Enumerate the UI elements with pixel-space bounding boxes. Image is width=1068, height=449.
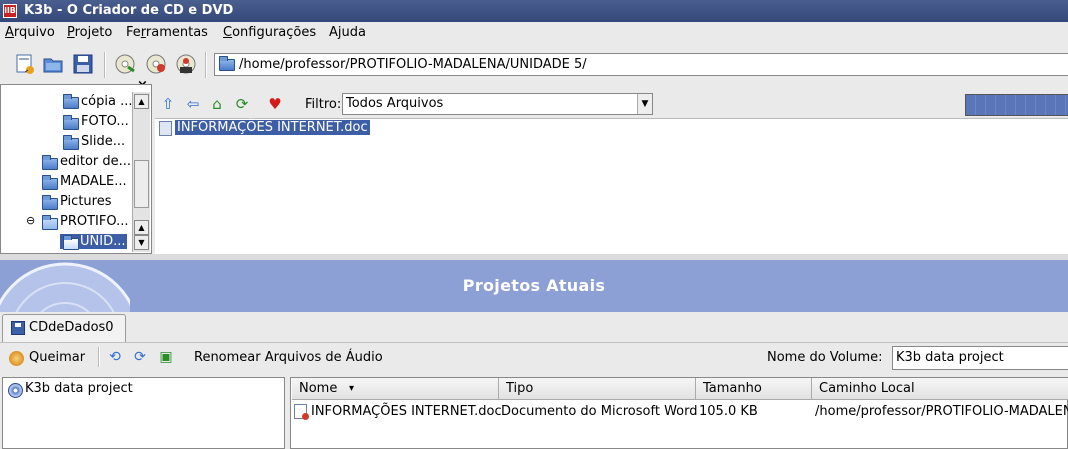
tree-vertical-scrollbar[interactable]: ▲ ▲ ▼ [132,92,150,252]
location-path-text: /home/professor/PROTIFOLIO-MADALENA/UNID… [239,57,587,72]
file-item-name: INFORMAÇÕES INTERNET.doc [175,120,370,135]
edit-boot-images-icon[interactable]: ▣ [157,348,175,366]
volume-name-value: K3b data project [896,350,1004,365]
directory-tree[interactable]: cópia ... FOTO... Slide... editor de... … [0,84,152,254]
tree-item-editor[interactable]: editor de... [60,154,131,169]
tree-item-protifolio[interactable]: PROTIFO... [60,214,128,229]
tree-item-pictures[interactable]: Pictures [60,194,111,209]
tree-item-copia[interactable]: cópia ... [81,94,132,109]
scroll-up-arrow-icon[interactable]: ▲ [134,94,149,109]
tree-collapse-icon[interactable]: ⊖ [26,214,35,227]
tab-label: CDdeDados0 [29,320,114,335]
projects-header: Projetos Atuais [0,260,1068,312]
home-icon[interactable]: ⌂ [208,95,226,113]
bookmark-heart-icon[interactable]: ♥ [266,95,284,113]
filter-select[interactable]: Todos Arquivos ▼ [342,93,653,115]
column-header-name-label: Nome [299,381,338,396]
toolbar-separator [104,52,106,78]
column-header-local-path[interactable]: Caminho Local [812,378,1068,400]
column-header-type[interactable]: Tipo [499,378,696,400]
menu-bar: Arquivo Projeto Ferramentas Configuraçõe… [0,22,1068,44]
column-header-type-label: Tipo [506,381,534,396]
row-name-cell: INFORMAÇÕES INTERNET.doc [311,404,502,419]
scroll-down-arrow-icon[interactable]: ▼ [134,235,149,250]
clear-session-icon[interactable]: ⟳ [131,348,149,366]
row-path-cell: /home/professor/PROTIFOLIO-MADALENA/ [815,404,1068,419]
burn-icon [9,351,24,366]
burn-label: Queimar [29,350,86,365]
column-header-size-label: Tamanho [703,381,762,396]
folder-icon [63,115,79,130]
window-title-bar[interactable]: llB K3b - O Criador de CD e DVD [0,0,1068,22]
volume-name-label: Nome do Volume: [767,350,883,365]
row-size-cell: 105.0 KB [699,404,758,419]
tree-item-foto[interactable]: FOTO... [81,114,129,129]
tree-item-slide[interactable]: Slide... [81,134,125,149]
projects-header-title: Projetos Atuais [462,276,606,295]
floppy-disk-icon [11,321,25,335]
scrollbar-thumb[interactable] [134,160,149,208]
menu-configuracoes[interactable]: Configurações [223,25,316,40]
menu-ferramentas[interactable]: Ferramentas [126,25,208,40]
document-icon [159,121,172,136]
burn-dvd-image-icon[interactable] [175,53,197,75]
menu-arquivo[interactable]: Arquivo [5,25,55,40]
folder-icon [42,195,58,210]
cd-root-icon [8,383,23,398]
row-type-cell: Documento do Microsoft Word [501,404,698,419]
tree-item-madalena[interactable]: MADALE... [60,174,127,189]
volume-name-input[interactable]: K3b data project [892,346,1068,370]
folder-icon [42,155,58,170]
up-arrow-icon[interactable]: ⇧ [159,95,177,113]
copy-cd-icon[interactable] [114,53,136,75]
project-root-item[interactable]: K3b data project [25,381,133,396]
burn-cd-image-icon[interactable] [145,53,167,75]
save-project-icon[interactable] [72,53,94,75]
import-session-icon[interactable]: ⟲ [106,348,124,366]
location-path-field[interactable]: /home/professor/PROTIFOLIO-MADALENA/UNID… [214,53,1068,76]
busy-progress-bar [965,94,1068,116]
back-arrow-icon[interactable]: ⇦ [184,95,202,113]
folder-icon [42,175,58,190]
k3b-app-icon[interactable]: llB [3,4,17,18]
new-project-icon[interactable] [14,53,36,75]
menu-projeto[interactable]: Projeto [67,25,112,40]
file-list-view[interactable] [155,118,1068,254]
sort-desc-icon: ▾ [349,383,355,394]
file-type-badge-icon [302,413,309,420]
toolbar-separator [205,52,207,78]
file-browser-toolbar: ⇧ ⇦ ⌂ ⟳ ♥ Filtro: Todos Arquivos ▼ [155,90,1068,118]
window-title: K3b - O Criador de CD e DVD [24,3,234,18]
reload-icon[interactable]: ⟳ [233,95,251,113]
filter-select-value: Todos Arquivos [346,96,444,111]
scroll-up-arrow-icon[interactable]: ▲ [134,220,149,235]
rename-audio-files-button[interactable]: Renomear Arquivos de Áudio [194,350,383,365]
open-project-icon[interactable] [42,53,64,75]
toolbar-separator [98,347,100,367]
folder-icon [63,94,79,109]
folder-icon [63,135,79,150]
tab-cd-data-project[interactable]: CDdeDados0 [2,314,126,342]
column-header-name[interactable]: Nome ▾ [292,378,499,400]
project-tab-bar [0,312,1068,342]
menu-ajuda[interactable]: Ajuda [329,25,366,40]
open-folder-icon [42,215,58,230]
folder-icon [219,56,235,71]
filter-label: Filtro: [305,97,342,112]
chevron-down-icon[interactable]: ▼ [637,94,652,114]
folder-icon [63,235,79,250]
column-header-local-path-label: Caminho Local [819,381,915,396]
column-header-size[interactable]: Tamanho [696,378,812,400]
project-directory-tree[interactable]: K3b data project [2,377,285,449]
